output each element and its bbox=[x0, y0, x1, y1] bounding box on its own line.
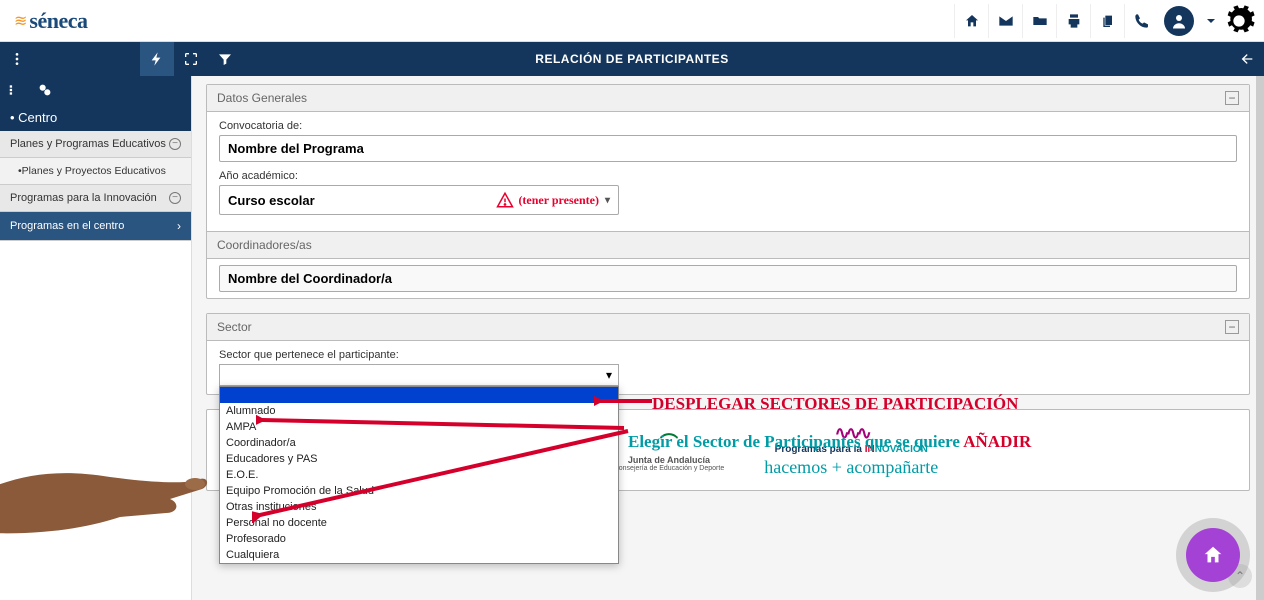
sidebar-item-label: Programas en el centro bbox=[10, 220, 124, 232]
annotation-desplegar: DESPLEGAR SECTORES DE PARTICIPACIÓN bbox=[652, 394, 1018, 414]
copy-icon[interactable] bbox=[1090, 4, 1124, 38]
dropdown-option[interactable]: Personal no docente bbox=[220, 515, 618, 531]
scrollbar[interactable] bbox=[1256, 76, 1264, 600]
dropdown-option[interactable]: E.O.E. bbox=[220, 467, 618, 483]
sidebar-item-planes[interactable]: Planes y Programas Educativos − bbox=[0, 131, 191, 158]
app-logo: ≋séneca bbox=[14, 5, 88, 37]
dropdown-option-blank[interactable] bbox=[220, 387, 618, 403]
back-icon[interactable] bbox=[1230, 42, 1264, 76]
select-value: Curso escolar bbox=[228, 193, 315, 208]
menu-icon[interactable] bbox=[0, 42, 34, 76]
panel-sector: Sector − Sector que pertenece el partici… bbox=[206, 313, 1250, 395]
sidebar-item-label: Planes y Programas Educativos bbox=[10, 138, 166, 150]
dropdown-option[interactable]: Alumnado bbox=[220, 403, 618, 419]
toolbar: RELACIÓN DE PARTICIPANTES bbox=[0, 42, 1264, 76]
panel-collapse-icon[interactable]: − bbox=[1225, 320, 1239, 334]
dropdown-sector-list: Alumnado AMPA Coordinador/a Educadores y… bbox=[219, 386, 619, 564]
select-ano-academico[interactable]: Curso escolar (tener presente) ▾ bbox=[219, 185, 619, 215]
warning-annotation: (tener presente) bbox=[496, 191, 599, 209]
sidebar-item-label: Programas para la Innovación bbox=[10, 192, 157, 204]
field-value-convocatoria: Nombre del Programa bbox=[219, 135, 1237, 162]
field-value-coordinador: Nombre del Coordinador/a bbox=[219, 265, 1237, 292]
floating-home-button[interactable] bbox=[1186, 528, 1240, 582]
panel-title: Datos Generales bbox=[217, 91, 307, 105]
chevron-right-icon: › bbox=[177, 219, 181, 233]
bolt-icon[interactable] bbox=[140, 42, 174, 76]
dropdown-option[interactable]: Otras instituciones bbox=[220, 499, 618, 515]
panel-title: Sector bbox=[217, 320, 252, 334]
panel-datos-generales: Datos Generales − Convocatoria de: Nombr… bbox=[206, 84, 1250, 299]
mail-icon[interactable] bbox=[988, 4, 1022, 38]
sidebar-item-planes-proyectos[interactable]: •Planes y Proyectos Educativos bbox=[0, 158, 191, 185]
sidebar-item-programas-innovacion[interactable]: Programas para la Innovación − bbox=[0, 185, 191, 212]
user-menu-chevron-icon[interactable] bbox=[1200, 4, 1222, 38]
collapse-minus-icon[interactable]: − bbox=[169, 192, 181, 204]
print-icon[interactable] bbox=[1056, 4, 1090, 38]
filter-icon[interactable] bbox=[208, 42, 242, 76]
dropdown-option[interactable]: Educadores y PAS bbox=[220, 451, 618, 467]
field-label-sector: Sector que pertenece el participante: bbox=[219, 349, 1237, 361]
chevron-down-icon: ▾ bbox=[605, 195, 610, 206]
annotation-elegir: Elegir el Sector de Participantes que se… bbox=[628, 432, 1031, 452]
dropdown-option[interactable]: Cualquiera bbox=[220, 547, 618, 563]
sidebar-item-label: •Planes y Proyectos Educativos bbox=[18, 165, 166, 177]
dropdown-option[interactable]: AMPA bbox=[220, 419, 618, 435]
gear-icon[interactable] bbox=[1222, 4, 1256, 38]
page-title: RELACIÓN DE PARTICIPANTES bbox=[535, 52, 728, 66]
expand-icon[interactable] bbox=[174, 42, 208, 76]
sidebar-tab-link-icon[interactable] bbox=[30, 76, 60, 104]
content-area: Datos Generales − Convocatoria de: Nombr… bbox=[192, 76, 1264, 600]
chevron-down-icon: ▾ bbox=[606, 368, 612, 382]
top-header: ≋séneca bbox=[0, 0, 1264, 42]
field-label-ano: Año académico: bbox=[219, 170, 1237, 182]
sidebar-item-programas-centro[interactable]: Programas en el centro › bbox=[0, 212, 191, 241]
phone-icon[interactable] bbox=[1124, 4, 1158, 38]
dropdown-option[interactable]: Coordinador/a bbox=[220, 435, 618, 451]
select-sector[interactable]: ▾ bbox=[219, 364, 619, 386]
sidebar-tab-list-icon[interactable] bbox=[0, 76, 30, 104]
pointing-hand-illustration bbox=[0, 427, 230, 560]
field-label-convocatoria: Convocatoria de: bbox=[219, 120, 1237, 132]
panel-subtitle-coord: Coordinadores/as bbox=[217, 238, 312, 252]
user-avatar-icon[interactable] bbox=[1164, 6, 1194, 36]
dropdown-option[interactable]: Equipo Promoción de la Salud bbox=[220, 483, 618, 499]
collapse-minus-icon[interactable]: − bbox=[169, 138, 181, 150]
panel-collapse-icon[interactable]: − bbox=[1225, 91, 1239, 105]
sidebar-section-head: • Centro bbox=[0, 104, 191, 131]
dropdown-option[interactable]: Profesorado bbox=[220, 531, 618, 547]
folder-icon[interactable] bbox=[1022, 4, 1056, 38]
home-icon[interactable] bbox=[954, 4, 988, 38]
